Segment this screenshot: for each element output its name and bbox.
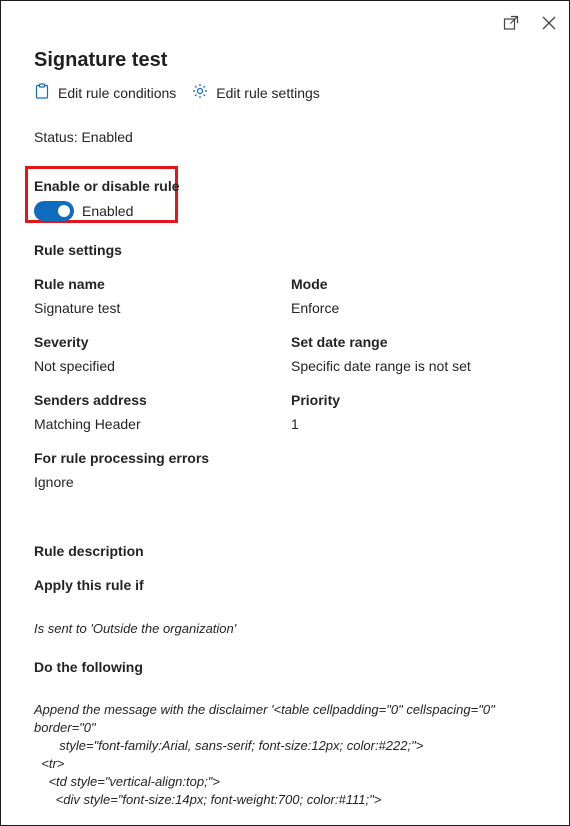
edit-rule-conditions-label: Edit rule conditions <box>58 84 177 101</box>
gear-icon <box>192 83 208 102</box>
panel-window-controls <box>501 13 559 33</box>
priority-label: Priority <box>291 392 341 408</box>
mode-label: Mode <box>291 276 328 292</box>
rule-name-label: Rule name <box>34 276 105 292</box>
disclaimer-action-text: Append the message with the disclaimer '… <box>34 702 495 807</box>
do-following-heading: Do the following <box>34 659 143 675</box>
rule-description-heading: Rule description <box>34 543 144 559</box>
edit-rule-settings-label: Edit rule settings <box>216 84 320 101</box>
rule-details-panel: Signature test Edit rule conditions Edit… <box>0 0 570 826</box>
page-title: Signature test <box>34 49 168 71</box>
mode-value: Enforce <box>291 300 340 316</box>
date-range-value: Specific date range is not set <box>291 358 471 374</box>
rule-actions: Edit rule conditions Edit rule settings <box>34 83 320 102</box>
senders-address-value: Matching Header <box>34 416 141 432</box>
processing-errors-value: Ignore <box>34 474 74 490</box>
priority-value: 1 <box>291 416 299 432</box>
processing-errors-label: For rule processing errors <box>34 450 210 466</box>
enable-rule-toggle[interactable] <box>34 201 74 221</box>
apply-condition-text: Is sent to 'Outside the organization' <box>34 621 237 636</box>
popout-icon[interactable] <box>501 13 521 33</box>
clipboard-icon <box>34 83 50 102</box>
toggle-state-label: Enabled <box>82 203 134 219</box>
edit-rule-settings-button[interactable]: Edit rule settings <box>192 83 320 102</box>
toggle-knob <box>58 205 70 217</box>
close-icon[interactable] <box>539 13 559 33</box>
enable-disable-heading: Enable or disable rule <box>34 178 180 194</box>
status-text: Status: Enabled <box>34 129 133 145</box>
apply-rule-if-heading: Apply this rule if <box>34 577 144 593</box>
rule-name-value: Signature test <box>34 300 121 316</box>
severity-label: Severity <box>34 334 89 350</box>
enable-toggle-row: Enabled <box>34 201 133 221</box>
date-range-label: Set date range <box>291 334 388 350</box>
senders-address-label: Senders address <box>34 392 147 408</box>
severity-value: Not specified <box>34 358 115 374</box>
edit-rule-conditions-button[interactable]: Edit rule conditions <box>34 83 176 102</box>
rule-settings-heading: Rule settings <box>34 242 122 258</box>
